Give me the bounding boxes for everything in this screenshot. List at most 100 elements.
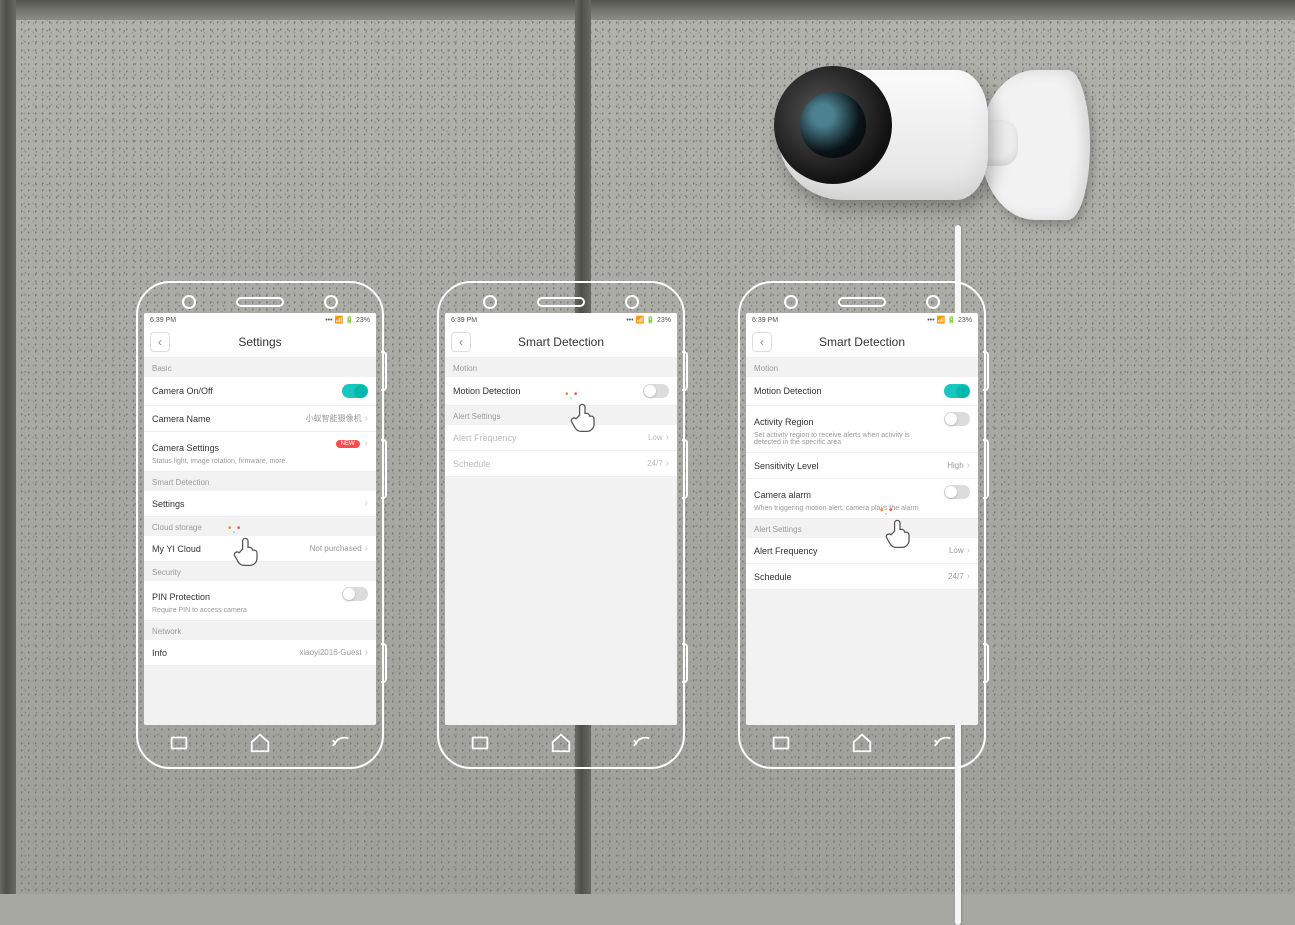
chevron-right-icon: › <box>666 458 669 469</box>
value: 小蚁智能摄像机 <box>306 413 362 424</box>
row-info[interactable]: Info xiaoyi2016-Guest › <box>144 640 376 666</box>
status-time: 6:39 PM <box>150 317 176 324</box>
value: Not purchased <box>310 544 362 553</box>
chevron-left-icon: ‹ <box>459 335 463 349</box>
chevron-right-icon: › <box>365 543 368 554</box>
label: Camera On/Off <box>152 386 213 396</box>
toggle-camera-onoff[interactable] <box>342 384 368 398</box>
value: 24/7 <box>948 572 964 581</box>
screen-smart-off: 6:39 PM •••📶🔋 23% ‹ Smart Detection Moti… <box>445 313 677 725</box>
phone-mockup-settings: 6:39 PM •••📶🔋 23% ‹ Settings Basic Camer… <box>136 281 384 769</box>
label: Camera alarm <box>754 490 811 500</box>
row-camera-onoff[interactable]: Camera On/Off <box>144 377 376 406</box>
value: High <box>947 461 963 470</box>
home-icon[interactable] <box>249 732 271 759</box>
label: Activity Region <box>754 417 814 427</box>
title-bar: ‹ Smart Detection <box>746 327 978 358</box>
label: PIN Protection <box>152 592 210 602</box>
wall-seam <box>0 0 16 894</box>
home-icon[interactable] <box>851 732 873 759</box>
sublabel: Status light, image rotation, firmware, … <box>152 458 330 465</box>
label: Camera Name <box>152 414 211 424</box>
status-bar: 6:39 PM •••📶🔋 23% <box>746 313 978 327</box>
chevron-left-icon: ‹ <box>760 335 764 349</box>
row-schedule[interactable]: Schedule 24/7 › <box>746 564 978 590</box>
back-button[interactable]: ‹ <box>451 332 471 352</box>
status-bar: 6:39 PM •••📶🔋 23% <box>144 313 376 327</box>
section-header-smart: Smart Detection <box>144 472 376 491</box>
value: Low <box>648 433 663 442</box>
row-schedule: Schedule 24/7 › <box>445 451 677 477</box>
page-title: Settings <box>238 335 281 349</box>
new-badge: NEW <box>336 440 360 448</box>
row-motion-detection[interactable]: Motion Detection <box>746 377 978 406</box>
row-motion-detection[interactable]: Motion Detection <box>445 377 677 406</box>
row-camera-settings[interactable]: Camera Settings Status light, image rota… <box>144 432 376 472</box>
row-sensitivity[interactable]: Sensitivity Level High › <box>746 453 978 479</box>
row-alert-frequency[interactable]: Alert Frequency Low › <box>746 538 978 564</box>
chevron-right-icon: › <box>666 432 669 443</box>
phone-nav <box>138 731 382 759</box>
page-title: Smart Detection <box>819 335 905 349</box>
toggle-pin[interactable] <box>342 587 368 601</box>
label: Sensitivity Level <box>754 461 819 471</box>
back-button[interactable]: ‹ <box>150 332 170 352</box>
label: Alert Frequency <box>754 546 818 556</box>
screen-smart-on: 6:39 PM •••📶🔋 23% ‹ Smart Detection Moti… <box>746 313 978 725</box>
toggle-motion-detection[interactable] <box>643 384 669 398</box>
chevron-left-icon: ‹ <box>158 335 162 349</box>
back-nav-icon[interactable] <box>631 732 653 759</box>
title-bar: ‹ Smart Detection <box>445 327 677 358</box>
row-alert-frequency: Alert Frequency Low › <box>445 425 677 451</box>
value: xiaoyi2016-Guest <box>299 648 361 657</box>
value: 24/7 <box>647 459 663 468</box>
label: Alert Frequency <box>453 433 517 443</box>
label: Schedule <box>453 459 491 469</box>
section-header-security: Security <box>144 562 376 581</box>
status-bar: 6:39 PM •••📶🔋 23% <box>445 313 677 327</box>
label: Motion Detection <box>754 386 822 396</box>
phone-nav <box>439 731 683 759</box>
status-battery: 23% <box>657 317 671 324</box>
title-bar: ‹ Settings <box>144 327 376 358</box>
section-header-alert: Alert Settings <box>746 519 978 538</box>
recents-icon[interactable] <box>770 732 792 759</box>
label: Camera Settings <box>152 443 219 453</box>
sublabel: Set activity region to receive alerts wh… <box>754 432 938 446</box>
section-header-motion: Motion <box>746 358 978 377</box>
section-header-basic: Basic <box>144 358 376 377</box>
row-camera-alarm[interactable]: Camera alarm When triggering motion aler… <box>746 479 978 519</box>
back-button[interactable]: ‹ <box>752 332 772 352</box>
recents-icon[interactable] <box>168 732 190 759</box>
sublabel: When triggering motion alert, camera pla… <box>754 505 938 512</box>
toggle-activity-region[interactable] <box>944 412 970 426</box>
label: Settings <box>152 499 185 509</box>
row-pin-protection[interactable]: PIN Protection Require PIN to access cam… <box>144 581 376 621</box>
section-header-alert: Alert Settings <box>445 406 677 425</box>
toggle-camera-alarm[interactable] <box>944 485 970 499</box>
label: My YI Cloud <box>152 544 201 554</box>
row-activity-region[interactable]: Activity Region Set activity region to r… <box>746 406 978 453</box>
chevron-right-icon: › <box>365 647 368 658</box>
status-icons: •••📶🔋 23% <box>927 316 972 324</box>
status-battery: 23% <box>958 317 972 324</box>
recents-icon[interactable] <box>469 732 491 759</box>
security-camera <box>750 30 1090 260</box>
label: Info <box>152 648 167 658</box>
chevron-right-icon: › <box>967 545 970 556</box>
back-nav-icon[interactable] <box>330 732 352 759</box>
toggle-motion-detection[interactable] <box>944 384 970 398</box>
back-nav-icon[interactable] <box>932 732 954 759</box>
sublabel: Require PIN to access camera <box>152 607 336 614</box>
chevron-right-icon: › <box>365 438 368 449</box>
wall-seam <box>0 0 1295 20</box>
row-camera-name[interactable]: Camera Name 小蚁智能摄像机 › <box>144 406 376 432</box>
phone-mockup-smart-off: 6:39 PM •••📶🔋 23% ‹ Smart Detection Moti… <box>437 281 685 769</box>
status-icons: •••📶🔋 23% <box>626 316 671 324</box>
section-header-motion: Motion <box>445 358 677 377</box>
row-smart-settings[interactable]: Settings › <box>144 491 376 517</box>
phone-nav <box>740 731 984 759</box>
status-time: 6:39 PM <box>752 317 778 324</box>
home-icon[interactable] <box>550 732 572 759</box>
row-my-yi-cloud[interactable]: My YI Cloud Not purchased › <box>144 536 376 562</box>
